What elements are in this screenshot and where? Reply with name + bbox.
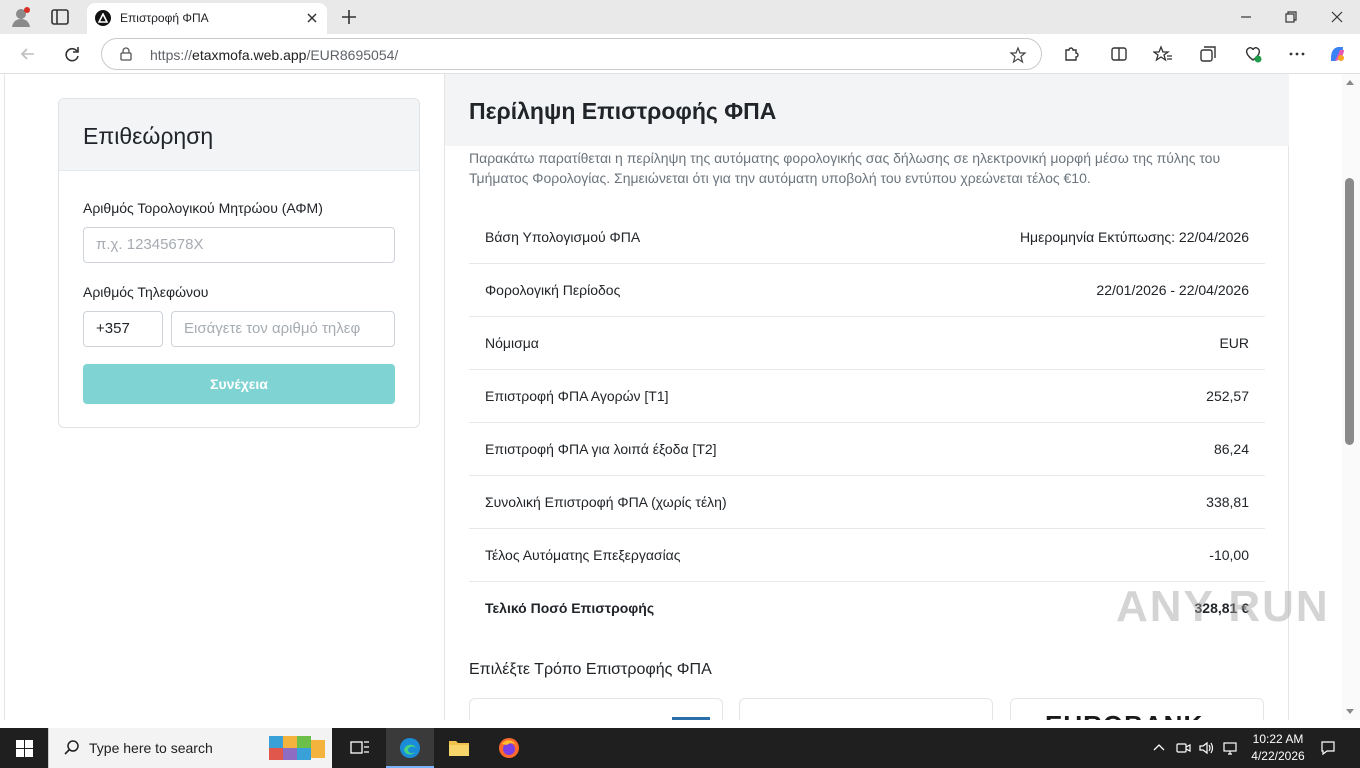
eurobank-logo: EUROBANK [1045,710,1203,720]
address-toolbar: https://etaxmofa.web.app/EUR8695054/ [0,34,1360,74]
new-tab-icon[interactable] [339,7,359,27]
summary-row: Φορολογική Περίοδος 22/01/2026 - 22/04/20… [469,264,1265,317]
row-label: Φορολογική Περίοδος [485,282,621,298]
tab-title: Επιστροφή ΦΠΑ [120,11,209,25]
browser-tab-bar: Επιστροφή ΦΠΑ [0,0,1360,34]
row-value: 338,81 [1206,494,1249,510]
search-icon [64,740,79,755]
row-value: 86,24 [1213,441,1249,457]
back-icon[interactable] [18,44,38,64]
summary-header: Περίληψη Επιστροφής ΦΠΑ [445,74,1289,146]
favorites-icon[interactable] [1153,44,1173,64]
row-label: Βάση Υπολογισμού ΦΠΑ [485,229,641,245]
phone-label: Αριθμός Τηλεφώνου [83,284,209,300]
close-window-icon[interactable] [1328,8,1346,26]
lock-icon[interactable] [119,47,133,61]
watermark: ANY RUN [1116,582,1330,631]
country-code-input[interactable]: +357 [83,311,163,347]
summary-row: Βάση Υπολογισμού ΦΠΑ Ημερομηνία Εκτύπωσης… [469,211,1265,264]
task-view-icon [350,741,369,754]
task-view-button[interactable] [336,728,384,768]
browser-tab-active[interactable]: Επιστροφή ΦΠΑ [87,3,327,34]
inspection-title: Επιθεώρηση [83,123,214,149]
split-screen-icon[interactable] [1109,44,1129,64]
url-bar[interactable]: https://etaxmofa.web.app/EUR8695054/ [101,38,1042,70]
refresh-icon[interactable] [62,44,82,64]
row-value: 252,57 [1206,388,1249,404]
firefox-button[interactable] [485,728,533,768]
search-placeholder: Type here to search [89,740,213,756]
profile-icon[interactable] [10,6,32,28]
row-label: Νόμισμα [485,335,539,351]
minimize-icon[interactable] [1237,8,1255,26]
edge-icon [400,738,420,758]
site-favicon-icon [95,10,111,26]
scrollbar-thumb[interactable] [1345,178,1354,445]
continue-button[interactable]: Συνέχεια [83,364,395,404]
row-value: -10,00 [1209,547,1249,563]
row-label: Τέλος Αυτόματης Επεξεργασίας [485,547,681,563]
row-label: Συνολική Επιστροφή ΦΠΑ (χωρίς τέλη) [485,494,727,510]
windows-taskbar: Type here to search 10:22 AM 4/22/2026 [0,728,1360,768]
close-tab-icon[interactable] [305,11,319,25]
bank-option-1[interactable] [469,698,723,720]
row-label: Τελικό Ποσό Επιστροφής [485,600,655,616]
extensions-icon[interactable] [1061,44,1081,64]
clock-date: 4/22/2026 [1251,749,1305,763]
windows-start-icon[interactable] [16,740,33,757]
bank-logo-icon [672,717,710,720]
collections-icon[interactable] [1198,44,1218,64]
tray-chevron-icon[interactable] [1151,740,1167,756]
file-explorer-button[interactable] [435,728,483,768]
tin-input[interactable]: π.χ. 12345678X [83,227,395,263]
summary-row: Επιστροφή ΦΠΑ για λοιπά έξοδα [Τ2] 86,24 [469,423,1265,476]
favorite-star-icon[interactable] [1009,46,1027,64]
meet-now-icon[interactable] [1175,740,1191,756]
taskbar-search[interactable]: Type here to search [48,728,332,768]
page-viewport: Επιθεώρηση Αριθμός Τορολογικού Μητρώου (… [0,74,1342,720]
inspection-card: Επιθεώρηση Αριθμός Τορολογικού Μητρώου (… [58,98,420,428]
notifications-icon[interactable] [1320,740,1336,756]
scroll-down-icon[interactable] [1346,709,1354,714]
row-label: Επιστροφή ΦΠΑ Αγορών [Τ1] [485,388,669,404]
bank-option-2[interactable] [739,698,993,720]
scroll-up-icon[interactable] [1346,80,1354,85]
tin-label: Αριθμός Τορολογικού Μητρώου (ΑΦΜ) [83,200,323,216]
more-menu-icon[interactable] [1287,44,1307,64]
search-highlight-icon [269,736,325,760]
summary-row: Τέλος Αυτόματης Επεξεργασίας -10,00 [469,529,1265,582]
volume-icon[interactable] [1198,740,1214,756]
browser-essentials-icon[interactable] [1243,44,1263,64]
taskbar-clock[interactable]: 10:22 AM 4/22/2026 [1248,731,1308,765]
tab-actions-icon[interactable] [50,8,70,26]
bank-option-eurobank[interactable]: EUROBANK [1010,698,1264,720]
edge-taskbar-button[interactable] [386,728,434,768]
row-value: Ημερομηνία Εκτύπωσης: 22/04/2026 [1019,229,1249,245]
url-text: https://etaxmofa.web.app/EUR8695054/ [150,47,399,63]
summary-row: Νόμισμα EUR [469,317,1265,370]
clock-time: 10:22 AM [1252,732,1304,746]
summary-row: Επιστροφή ΦΠΑ Αγορών [Τ1] 252,57 [469,370,1265,423]
left-column: Επιθεώρηση Αριθμός Τορολογικού Μητρώου (… [4,74,444,720]
copilot-icon[interactable] [1327,44,1347,64]
row-value: 22/01/2026 - 22/04/2026 [1096,282,1249,298]
summary-intro: Παρακάτω παρατίθεται η περίληψη της αυτό… [469,150,1221,186]
folder-icon [449,741,469,756]
summary-row: Συνολική Επιστροφή ΦΠΑ (χωρίς τέλη) 338,8… [469,476,1265,529]
inspection-card-header: Επιθεώρηση [59,99,419,171]
restore-icon[interactable] [1282,8,1300,26]
summary-title: Περίληψη Επιστροφής ΦΠΑ [469,98,777,124]
row-label: Επιστροφή ΦΠΑ για λοιπά έξοδα [Τ2] [485,441,717,457]
page-scrollbar[interactable] [1342,74,1360,720]
summary-table: Βάση Υπολογισμού ΦΠΑ Ημερομηνία Εκτύπωσης… [469,211,1265,635]
refund-method-title: Επιλέξτε Τρόπο Επιστροφής ΦΠΑ [469,661,712,678]
firefox-icon [499,738,519,758]
row-value: EUR [1219,335,1249,351]
phone-input[interactable]: Εισάγετε τον αριθμό τηλεφ [171,311,395,347]
network-icon[interactable] [1222,740,1238,756]
